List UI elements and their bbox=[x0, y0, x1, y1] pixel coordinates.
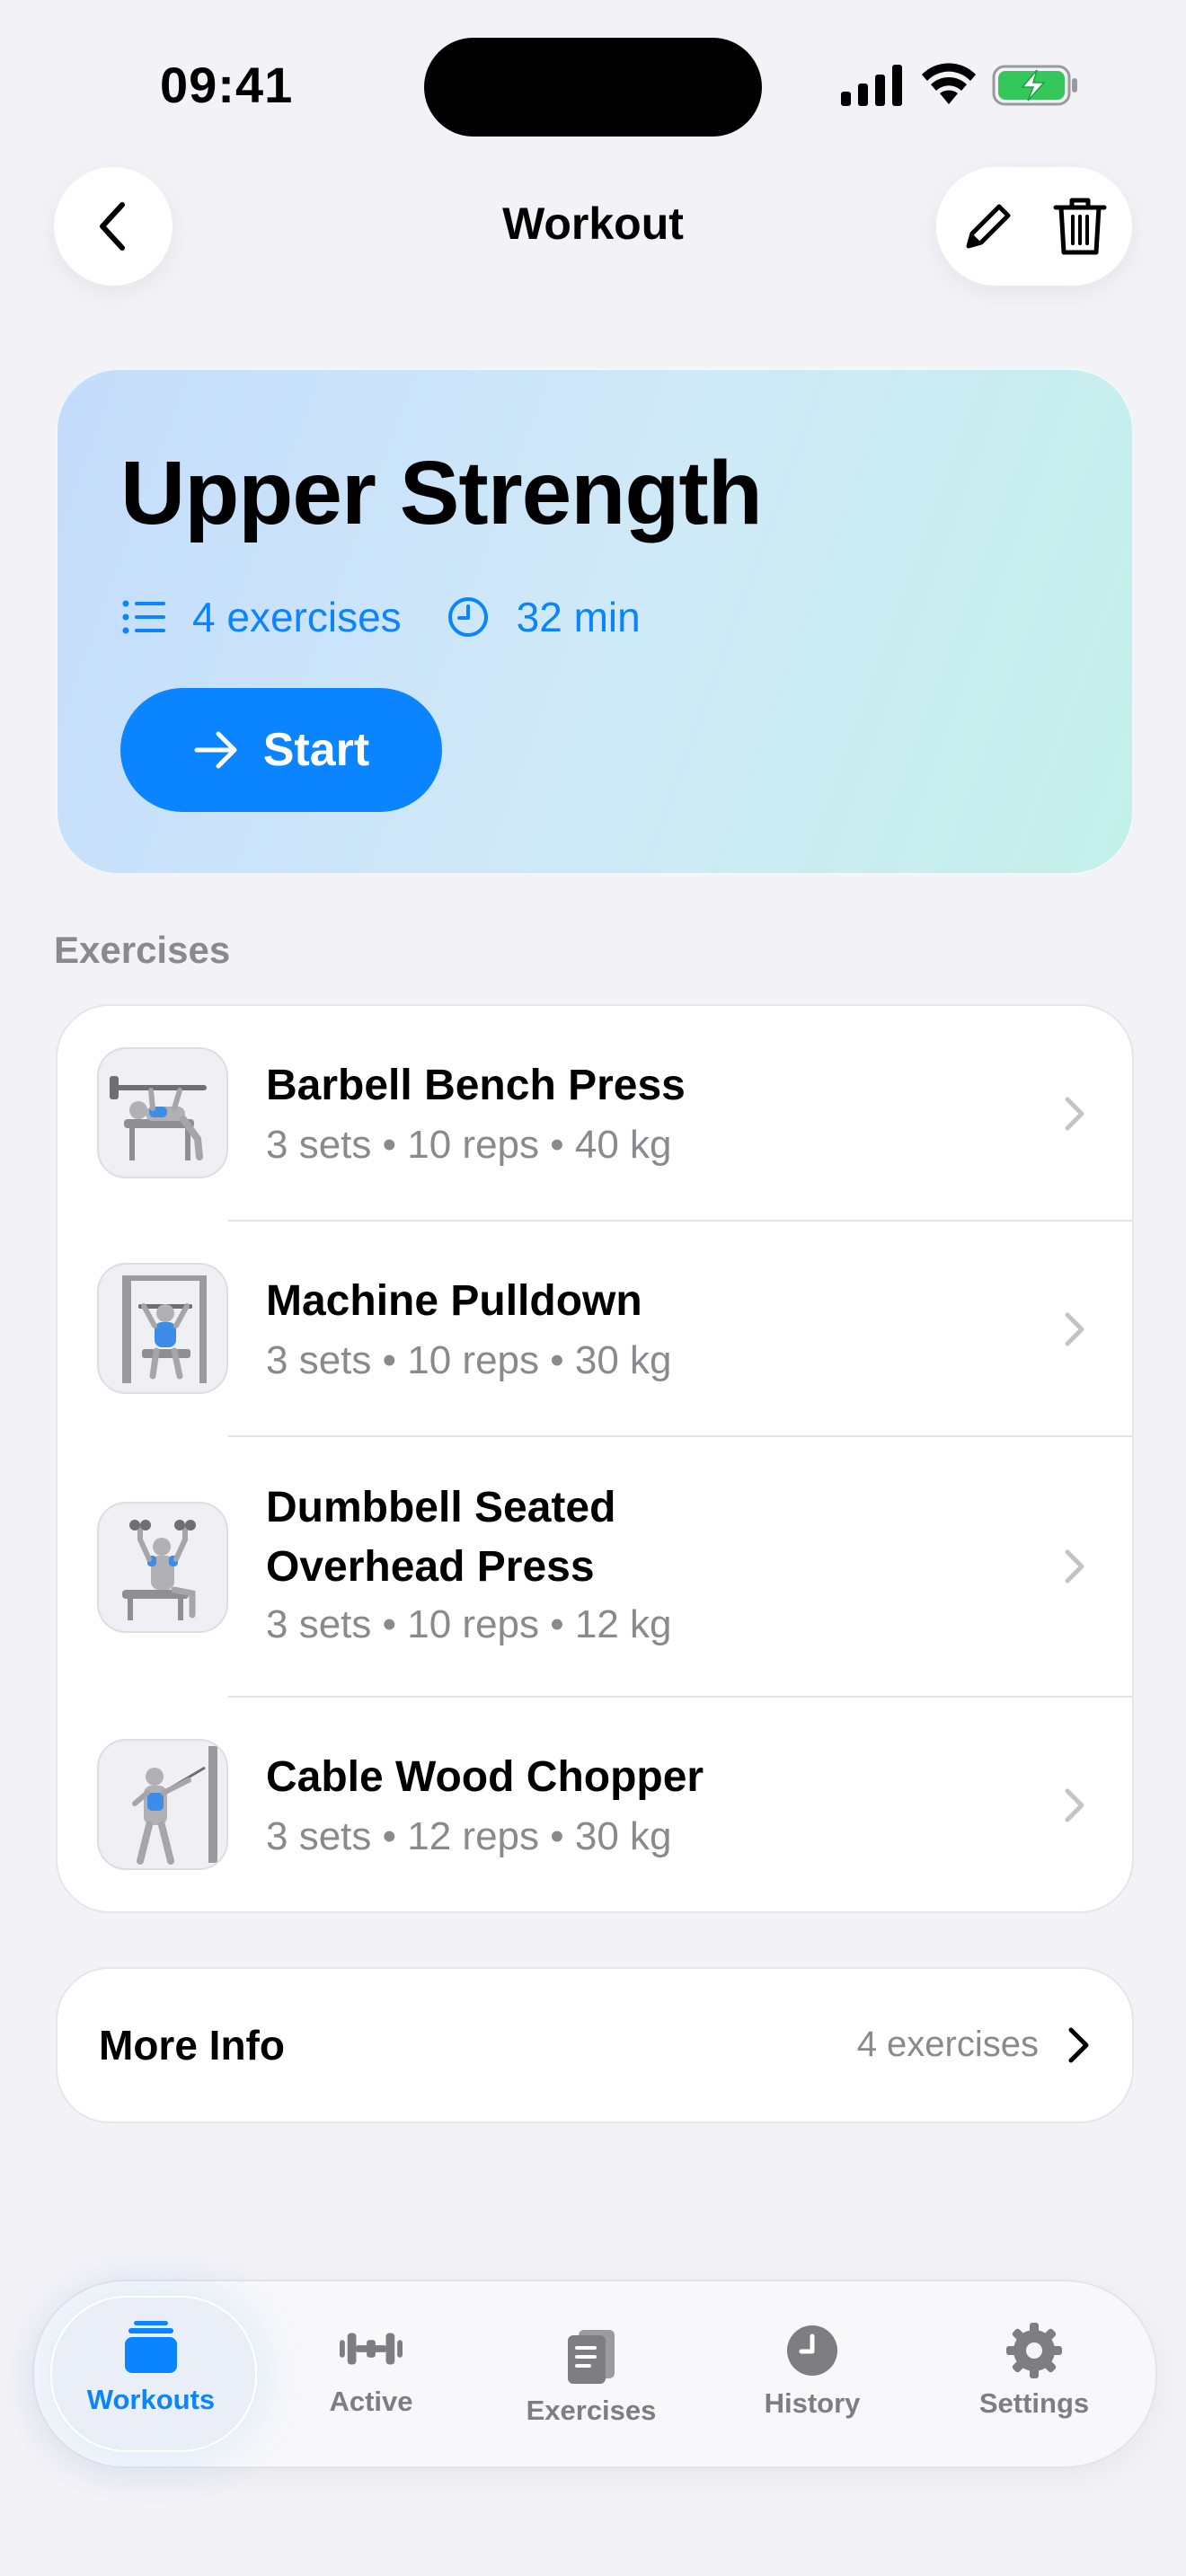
exercise-detail: 3 sets • 10 reps • 40 kg bbox=[266, 1123, 672, 1167]
gear-icon bbox=[1003, 2319, 1066, 2382]
list-icon bbox=[122, 595, 167, 640]
battery-charging-icon bbox=[992, 65, 1077, 106]
exercise-name: Dumbbell Seated Overhead Press bbox=[266, 1484, 616, 1591]
chevron-left-icon bbox=[100, 202, 125, 251]
exercise-thumbnail bbox=[97, 1739, 228, 1870]
exercise-name: Barbell Bench Press bbox=[266, 1062, 686, 1109]
exercise-detail: 3 sets • 12 reps • 30 kg bbox=[266, 1814, 672, 1858]
clock-icon bbox=[781, 2319, 844, 2382]
chevron-right-icon bbox=[1065, 1097, 1084, 1131]
start-label: Start bbox=[262, 724, 370, 776]
chevron-right-icon bbox=[1065, 1788, 1084, 1822]
cellular-signal-icon bbox=[841, 65, 902, 106]
chevron-right-icon bbox=[1065, 1312, 1084, 1346]
trash-icon bbox=[1053, 198, 1107, 255]
tab-label: History bbox=[764, 2387, 861, 2419]
status-time: 09:41 bbox=[160, 57, 294, 113]
tab-label: Workouts bbox=[86, 2384, 216, 2415]
workout-duration: 32 min bbox=[516, 594, 641, 640]
more-info-row[interactable]: More Info 4 exercises bbox=[56, 1967, 1134, 2123]
delete-button[interactable] bbox=[1048, 194, 1112, 259]
chevron-right-icon bbox=[1065, 1549, 1084, 1584]
exercise-name: Cable Wood Chopper bbox=[266, 1753, 704, 1801]
exercise-name: Machine Pulldown bbox=[266, 1277, 642, 1325]
pencil-icon bbox=[966, 204, 1011, 249]
exercise-detail: 3 sets • 10 reps • 30 kg bbox=[266, 1338, 672, 1382]
tab-active[interactable]: Active bbox=[263, 2317, 479, 2418]
dynamic-island bbox=[424, 38, 762, 137]
back-button[interactable] bbox=[54, 167, 173, 286]
exercise-count: 4 exercises bbox=[192, 594, 402, 640]
section-header-exercises: Exercises bbox=[54, 929, 231, 971]
tab-history[interactable]: History bbox=[704, 2319, 920, 2420]
tab-label: Exercises bbox=[526, 2395, 657, 2426]
exercise-list: Barbell Bench Press 3 sets • 10 reps • 4… bbox=[56, 1004, 1134, 1913]
exercise-detail: 3 sets • 10 reps • 12 kg bbox=[266, 1602, 672, 1646]
exercise-row[interactable]: Machine Pulldown 3 sets • 10 reps • 30 k… bbox=[58, 1222, 1132, 1437]
edit-button[interactable] bbox=[956, 194, 1021, 259]
arrow-right-icon bbox=[193, 727, 240, 773]
tab-label: Active bbox=[329, 2386, 413, 2417]
dumbbell-icon bbox=[340, 2317, 403, 2380]
exercise-row[interactable]: Cable Wood Chopper 3 sets • 12 reps • 30… bbox=[58, 1698, 1132, 1911]
workout-meta: 4 exercises 32 min bbox=[122, 593, 686, 641]
chevron-right-icon bbox=[1068, 2027, 1089, 2063]
exercise-thumbnail bbox=[97, 1047, 228, 1178]
tab-settings[interactable]: Settings bbox=[926, 2319, 1142, 2420]
clock-icon bbox=[447, 595, 491, 640]
start-button[interactable]: Start bbox=[120, 688, 442, 812]
wifi-icon bbox=[922, 63, 976, 104]
more-info-label: More Info bbox=[99, 2022, 285, 2069]
exercise-row[interactable]: Dumbbell Seated Overhead Press 3 sets • … bbox=[58, 1437, 1132, 1698]
exercise-row[interactable]: Barbell Bench Press 3 sets • 10 reps • 4… bbox=[58, 1006, 1132, 1222]
workout-header-card: Upper Strength 4 exercises 32 min Start bbox=[56, 368, 1134, 875]
stack-icon bbox=[119, 2316, 182, 2378]
more-info-value: 4 exercises bbox=[856, 2025, 1039, 2064]
exercise-thumbnail bbox=[97, 1263, 228, 1394]
tab-workouts[interactable]: Workouts bbox=[43, 2316, 259, 2416]
workout-name: Upper Strength bbox=[120, 443, 763, 543]
tab-label: Settings bbox=[978, 2387, 1090, 2419]
page-title: Workout bbox=[502, 198, 684, 249]
book-icon bbox=[560, 2326, 623, 2389]
edit-delete-pill bbox=[936, 167, 1132, 286]
tab-exercises[interactable]: Exercises bbox=[483, 2326, 699, 2427]
exercise-thumbnail bbox=[97, 1502, 228, 1633]
